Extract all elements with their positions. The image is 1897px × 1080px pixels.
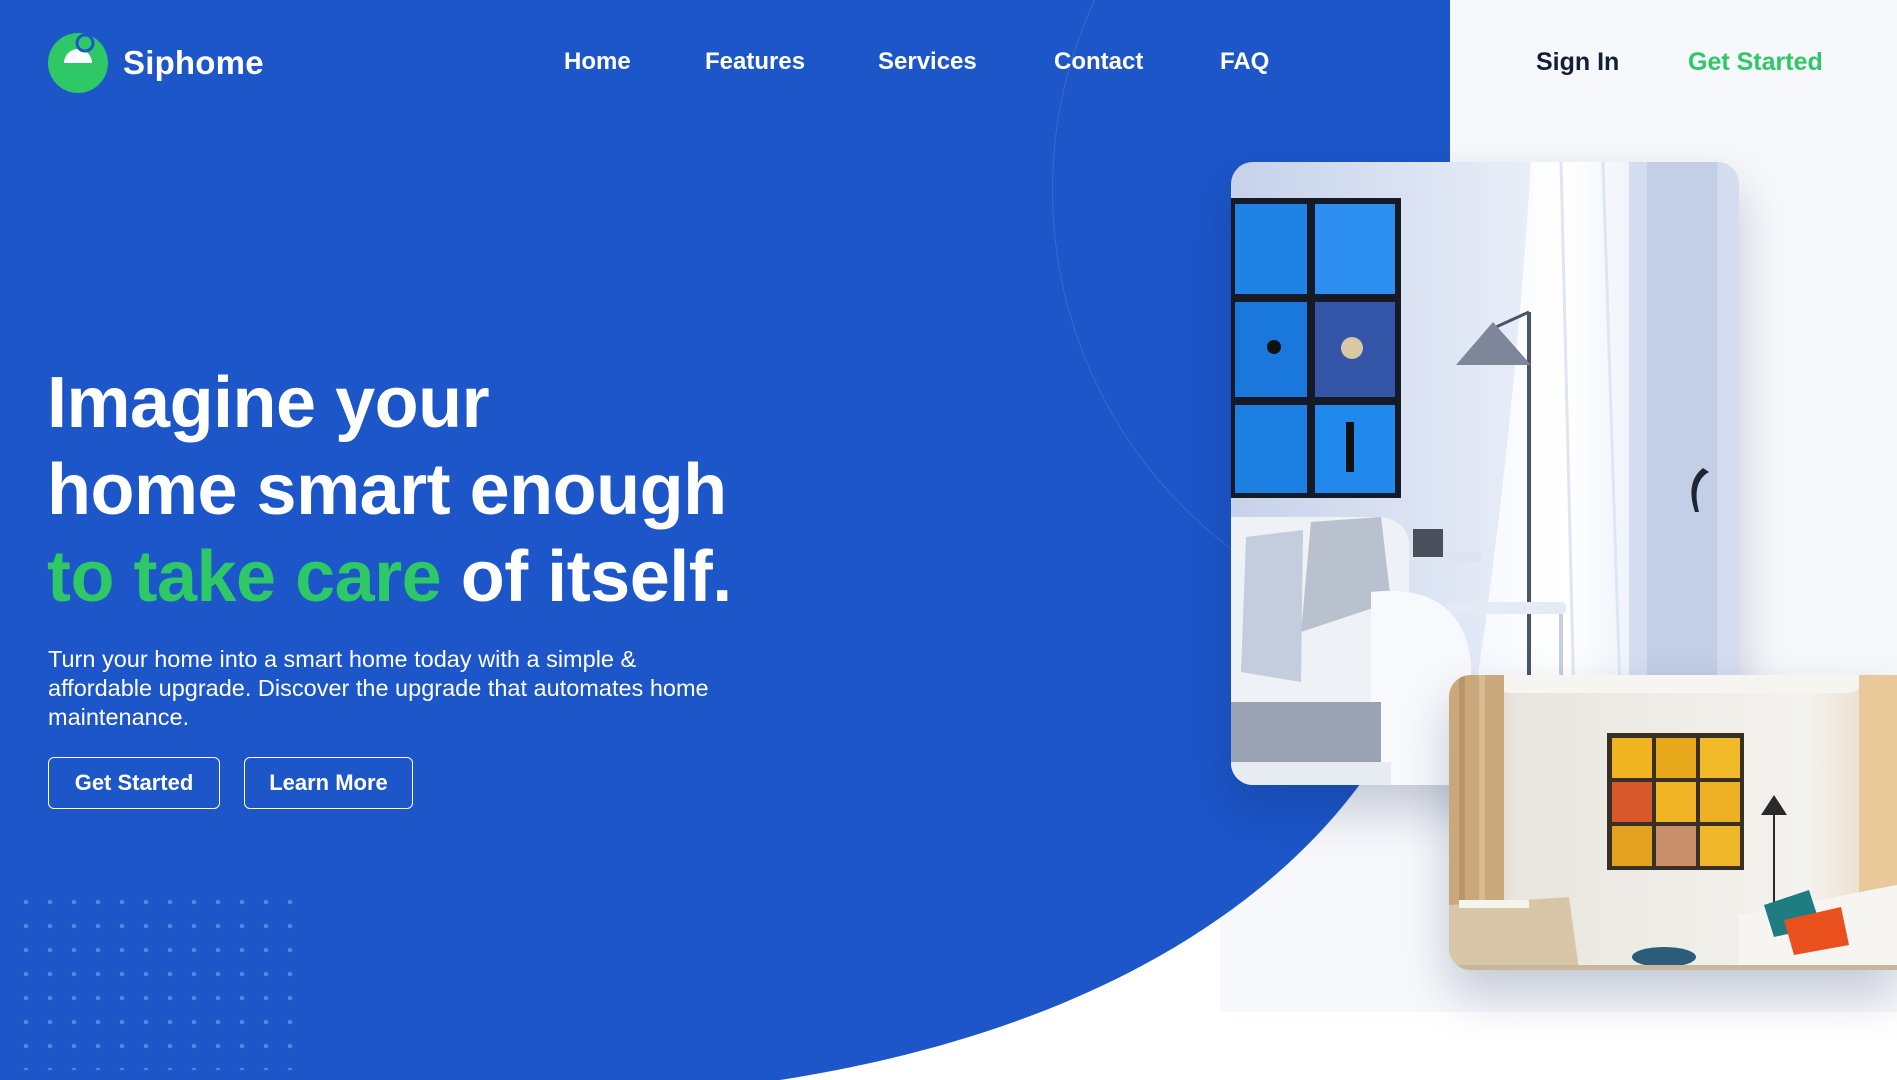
brand-name: Siphome	[123, 44, 264, 81]
hero-subtext: Turn your home into a smart home today w…	[48, 646, 709, 730]
get-started-button[interactable]: Get Started	[48, 757, 220, 809]
headline-line-2: home smart enough	[47, 450, 727, 530]
nav-faq-link[interactable]: FAQ	[1220, 48, 1269, 76]
dot-grid-pattern	[14, 890, 294, 1070]
learn-more-button[interactable]: Learn More	[244, 757, 413, 809]
sign-in-link[interactable]: Sign In	[1536, 48, 1619, 77]
headline-line-1: Imagine your	[47, 363, 490, 443]
headline-end: of itself.	[441, 537, 733, 617]
headline-accent: to take care	[47, 537, 442, 617]
nav-home-link[interactable]: Home	[564, 48, 631, 76]
hero-headline: Imagine your home smart enough to take c…	[47, 360, 807, 621]
landing-page: Siphome Home Features Services Contact F…	[0, 0, 1897, 1080]
nav-contact-link[interactable]: Contact	[1054, 48, 1143, 76]
half-circle-logo-icon	[48, 33, 108, 93]
get-started-nav-link[interactable]: Get Started	[1688, 48, 1823, 77]
brand-logo[interactable]: Siphome	[47, 32, 264, 94]
nav-services-link[interactable]: Services	[878, 48, 977, 76]
bright-room-photo	[1449, 675, 1897, 970]
nav-features-link[interactable]: Features	[705, 48, 805, 76]
